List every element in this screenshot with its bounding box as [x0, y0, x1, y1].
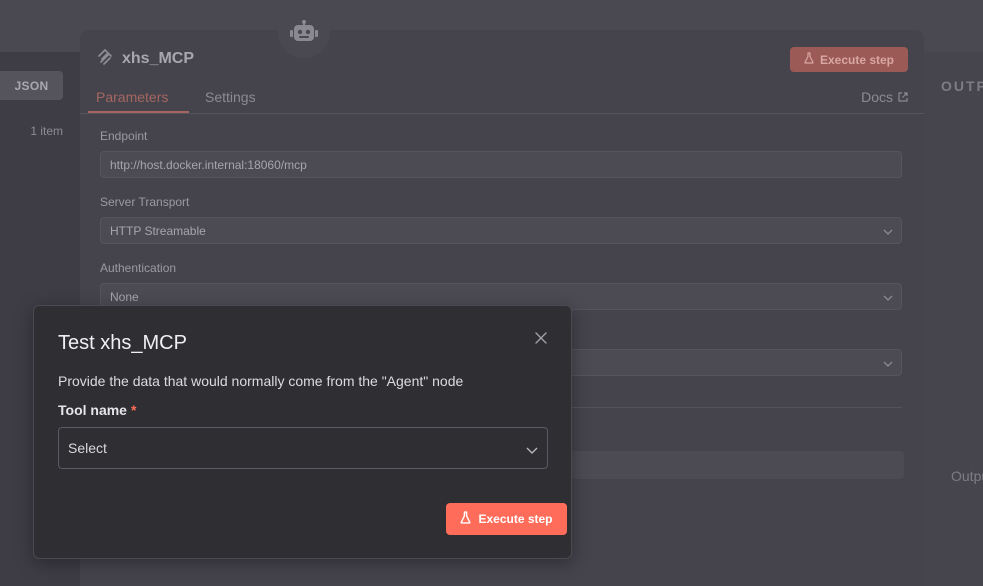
- modal-description: Provide the data that would normally com…: [58, 373, 464, 389]
- robot-icon: [278, 6, 330, 58]
- required-marker: *: [130, 402, 137, 418]
- node-header: xhs_MCP: [97, 47, 194, 71]
- execute-step-label: Execute step: [819, 52, 895, 67]
- server-transport-select[interactable]: HTTP Streamable: [100, 217, 902, 244]
- authentication-value: None: [110, 289, 139, 304]
- output-panel-title: OUTPUT: [941, 78, 983, 94]
- modal-execute-step-label: Execute step: [478, 512, 553, 526]
- server-transport-value: HTTP Streamable: [110, 223, 206, 238]
- endpoint-input[interactable]: http://host.docker.internal:18060/mcp: [100, 151, 902, 178]
- mcp-icon: [97, 48, 113, 70]
- authentication-label: Authentication: [100, 261, 177, 275]
- input-item-count: 1 item: [30, 124, 63, 138]
- endpoint-label: Endpoint: [100, 129, 148, 143]
- docs-link[interactable]: Docs: [861, 89, 908, 105]
- docs-label: Docs: [861, 89, 893, 105]
- test-tool-modal: Test xhs_MCP Provide the data that would…: [33, 305, 572, 559]
- chevron-down-icon: [883, 226, 893, 240]
- tool-name-select-value: Select: [68, 440, 107, 456]
- server-transport-label: Server Transport: [100, 195, 190, 209]
- chevron-down-icon: [526, 443, 538, 459]
- active-tab-indicator: [88, 111, 189, 113]
- chevron-down-icon: [883, 358, 893, 372]
- output-empty-text: Output: [951, 468, 983, 484]
- modal-execute-step-button[interactable]: Execute step: [446, 503, 567, 535]
- tool-name-select[interactable]: Select: [58, 427, 548, 469]
- node-title: xhs_MCP: [122, 50, 195, 67]
- tab-parameters[interactable]: Parameters: [96, 89, 168, 105]
- node-tabs: Parameters Settings Docs: [80, 86, 924, 114]
- endpoint-value: http://host.docker.internal:18060/mcp: [110, 157, 307, 172]
- tab-settings[interactable]: Settings: [205, 89, 256, 105]
- external-link-icon: [898, 89, 908, 105]
- flask-icon: [460, 511, 472, 527]
- json-view-button[interactable]: JSON: [0, 71, 63, 100]
- close-icon[interactable]: [533, 330, 549, 346]
- modal-title: Test xhs_MCP: [58, 332, 187, 354]
- flask-icon: [804, 52, 814, 67]
- output-panel: [924, 52, 983, 586]
- chevron-down-icon: [883, 292, 893, 306]
- tool-name-label-text: Tool name: [58, 402, 127, 418]
- tool-name-label: Tool name *: [58, 402, 136, 418]
- execute-step-button-disabled[interactable]: Execute step: [790, 47, 908, 72]
